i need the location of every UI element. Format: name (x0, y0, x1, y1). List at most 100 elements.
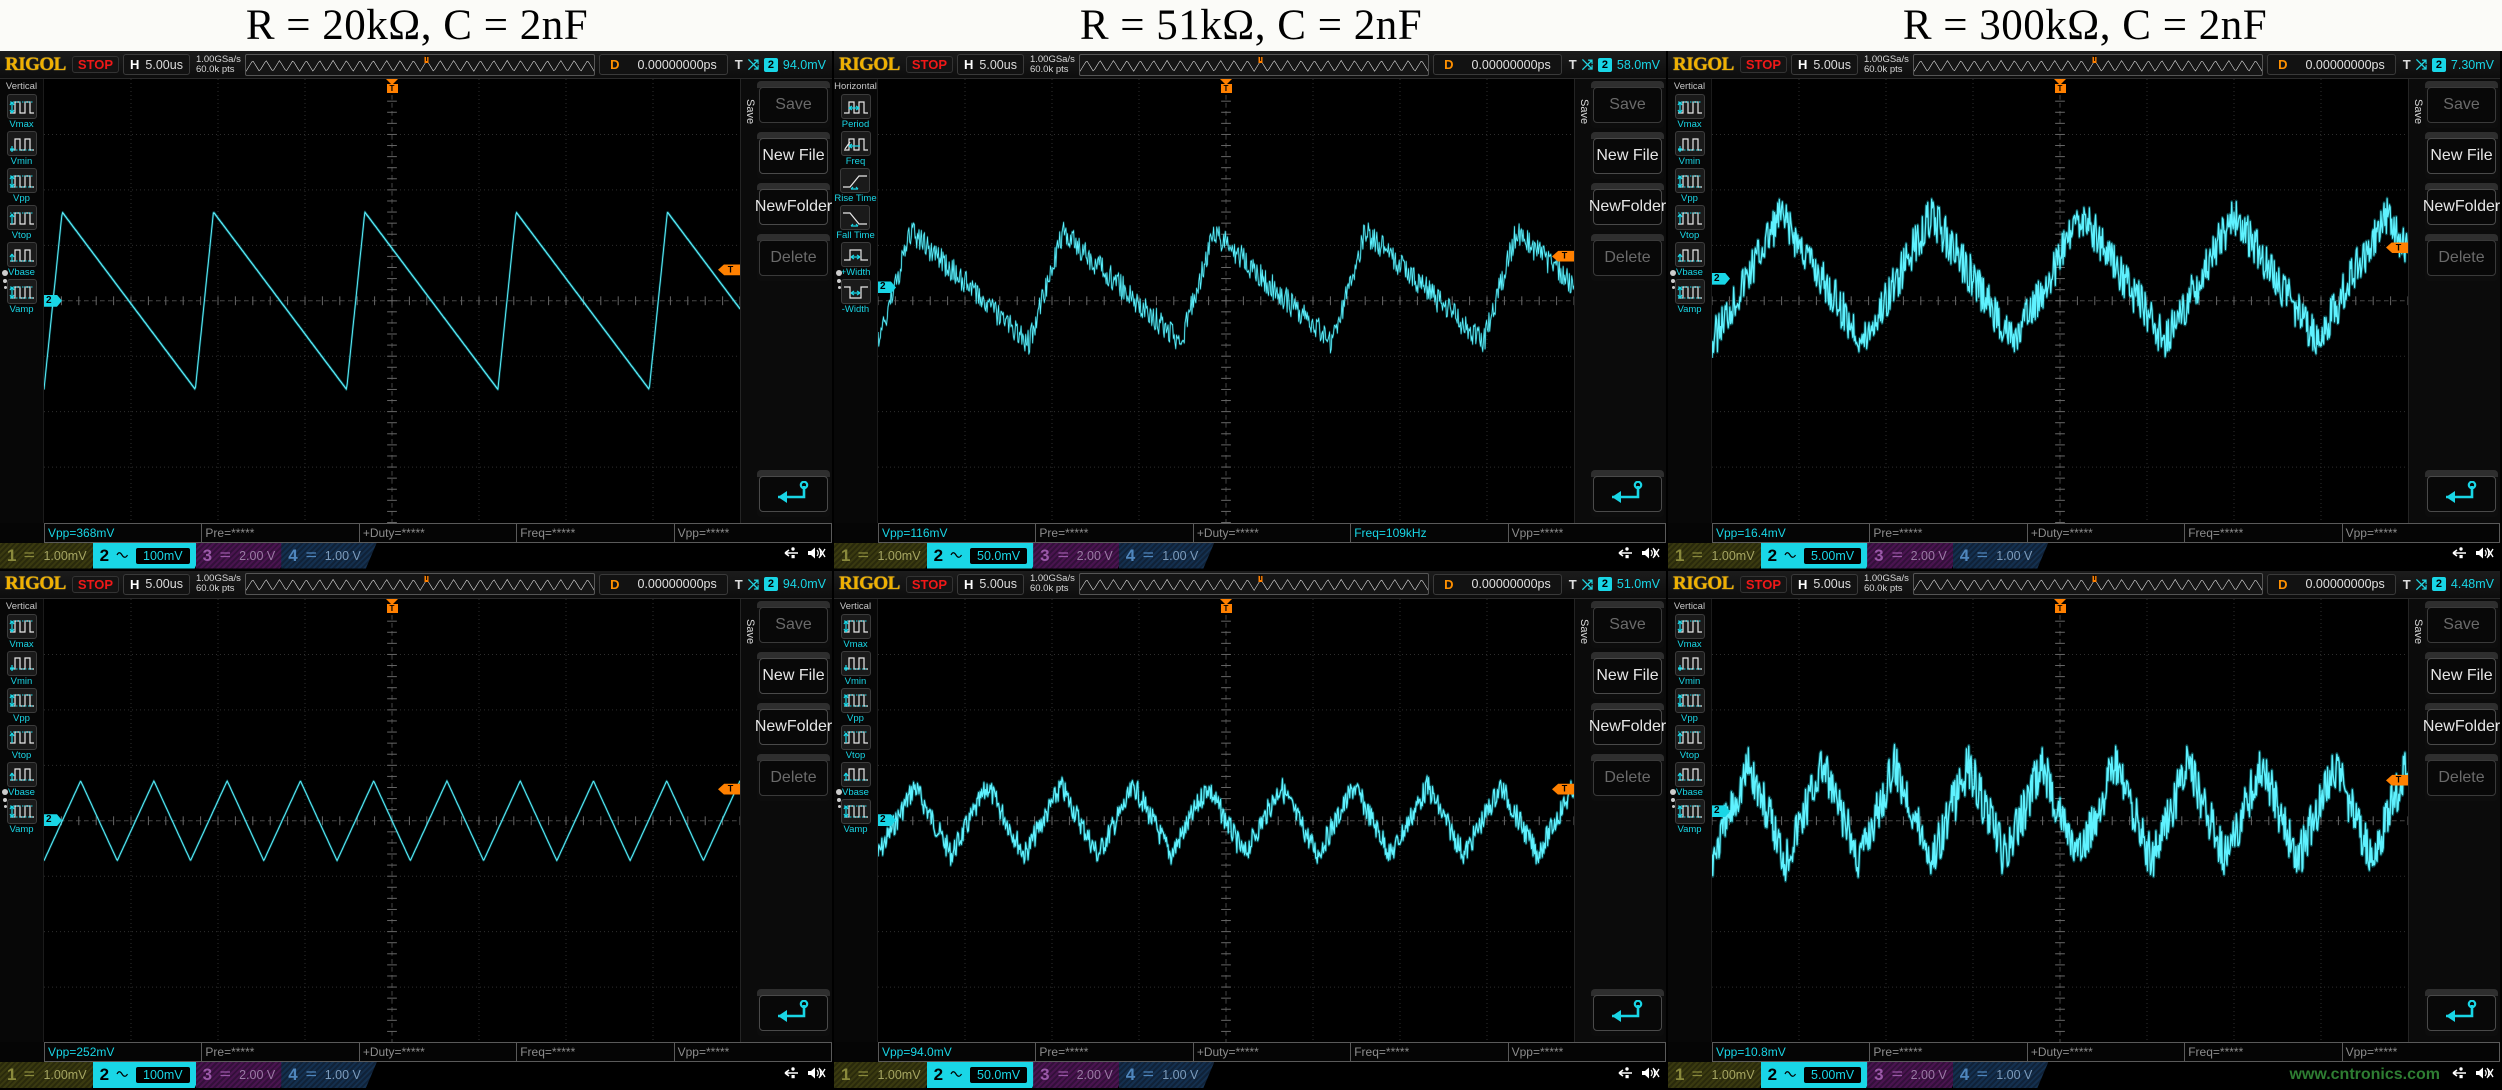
measurement-cell[interactable]: Freq=***** (2184, 1042, 2342, 1062)
softkey-save[interactable]: Save (1591, 81, 1664, 128)
channel-chip-4[interactable]: 4 1.00 V (281, 543, 377, 569)
measure-item-vpp[interactable]: Vpp (6, 687, 37, 724)
channel-chip-3[interactable]: 3 2.00 V (196, 543, 292, 569)
softkey-new-file[interactable]: New File (1591, 651, 1664, 699)
measurement-cell[interactable]: +Duty=***** (1192, 522, 1351, 543)
measure-item-vamp[interactable]: Vamp (6, 279, 37, 315)
softkey-new-file[interactable]: New File (757, 132, 830, 179)
softkey-new-file[interactable]: New File (2425, 132, 2498, 179)
usb-icon[interactable] (1614, 1066, 1634, 1085)
measure-item-vmin[interactable]: Vmin (840, 650, 871, 687)
waveform-display[interactable]: 2TT (1712, 598, 2408, 1042)
channel-chip-4[interactable]: 4 1.00 V (1119, 1062, 1215, 1088)
measurement-cell[interactable]: Pre=***** (1035, 522, 1193, 543)
softkey-delete[interactable]: Delete (757, 234, 830, 281)
waveform-minimap[interactable]: T (244, 53, 596, 76)
measure-item-vamp[interactable]: Vamp (1674, 798, 1705, 835)
run-state-badge[interactable]: STOP (905, 575, 954, 593)
measurement-cell[interactable]: +Duty=***** (358, 522, 517, 543)
softkey-back[interactable] (757, 469, 830, 517)
channel-chip-1[interactable]: 1 1.00mV (0, 1062, 103, 1088)
measure-item-vpp[interactable]: Vpp (1674, 168, 1705, 204)
run-state-badge[interactable]: STOP (71, 56, 120, 73)
trigger-position-marker[interactable]: T (386, 79, 398, 93)
measure-item-vpp[interactable]: Vpp (1674, 687, 1705, 724)
softkey-back[interactable] (757, 989, 830, 1036)
measurement-cell[interactable]: Vpp=***** (673, 522, 832, 543)
measurement-cell[interactable]: +Duty=***** (358, 1042, 517, 1062)
softkey-delete[interactable]: Delete (1591, 234, 1664, 281)
trigger-readout[interactable]: T ⤨ 2 94.0mV (732, 574, 829, 595)
softkey-newfolder[interactable]: NewFolder (2423, 702, 2500, 750)
measure-item-vmin[interactable]: Vmin (6, 131, 37, 167)
measurement-cell[interactable]: Vpp=***** (673, 1042, 832, 1062)
channel-chip-4[interactable]: 4 1.00 V (1953, 543, 2049, 569)
softkey-back[interactable] (1591, 469, 1664, 517)
measurement-cell[interactable]: +Duty=***** (2026, 1042, 2185, 1062)
channel-chip-1[interactable]: 1 1.00mV (834, 1062, 937, 1088)
horizontal-timebase[interactable]: H 5.00us (123, 573, 190, 595)
delay-readout[interactable]: D 0.00000000ps (2267, 54, 2396, 75)
run-state-badge[interactable]: STOP (1739, 56, 1788, 73)
waveform-minimap[interactable]: T (244, 573, 596, 595)
usb-icon[interactable] (780, 1066, 800, 1085)
softkey-newfolder[interactable]: NewFolder (1589, 183, 1666, 230)
horizontal-timebase[interactable]: H 5.00us (957, 54, 1024, 75)
softkey-delete[interactable]: Delete (757, 753, 830, 801)
trigger-position-marker[interactable]: T (1220, 79, 1232, 93)
measure-item-width[interactable]: +Width (840, 242, 871, 278)
measure-item-vmin[interactable]: Vmin (1674, 650, 1705, 687)
channel-chip-3[interactable]: 3 2.00 V (1867, 1062, 1963, 1088)
channel-chip-1[interactable]: 1 1.00mV (834, 543, 937, 569)
trigger-readout[interactable]: T ⤨ 2 4.48mV (2400, 574, 2497, 595)
measurement-cell[interactable]: Pre=***** (1035, 1042, 1193, 1062)
delay-readout[interactable]: D 0.00000000ps (599, 573, 728, 595)
channel-chip-4[interactable]: 4 1.00 V (1953, 1062, 2049, 1088)
measurement-cell[interactable]: Vpp=368mV (44, 522, 202, 543)
measurement-cell[interactable]: Vpp=***** (2341, 1042, 2500, 1062)
measure-item-vamp[interactable]: Vamp (1674, 279, 1705, 315)
waveform-display[interactable]: 2TT (878, 598, 1574, 1042)
softkey-back[interactable] (2425, 989, 2498, 1036)
softkey-back[interactable] (1591, 989, 1664, 1036)
measurement-cell[interactable]: Freq=***** (2184, 522, 2342, 543)
softkey-delete[interactable]: Delete (1591, 753, 1664, 801)
measure-item-vbase[interactable]: Vbase (6, 242, 37, 278)
measurement-cell[interactable]: Vpp=116mV (878, 522, 1036, 543)
trigger-readout[interactable]: T ⤨ 2 7.30mV (2400, 54, 2497, 75)
measurement-cell[interactable]: Vpp=10.8mV (1712, 1042, 1870, 1062)
measurement-cell[interactable]: +Duty=***** (1192, 1042, 1351, 1062)
measure-item-fall-time[interactable]: Fall Time (836, 205, 875, 241)
softkey-back[interactable] (2425, 469, 2498, 517)
softkey-save[interactable]: Save (1591, 600, 1664, 648)
sound-mute-icon[interactable] (806, 1065, 826, 1086)
usb-icon[interactable] (2448, 546, 2468, 565)
channel-chip-3[interactable]: 3 2.00 V (1033, 543, 1129, 569)
measure-item-vbase[interactable]: Vbase (1674, 761, 1705, 798)
measurement-cell[interactable]: +Duty=***** (2026, 522, 2185, 543)
delay-readout[interactable]: D 0.00000000ps (599, 54, 728, 75)
run-state-badge[interactable]: STOP (71, 575, 120, 593)
horizontal-timebase[interactable]: H 5.00us (123, 54, 190, 75)
waveform-display[interactable]: 2TT (44, 79, 740, 523)
waveform-minimap[interactable]: T (1078, 573, 1430, 595)
measurement-cell[interactable]: Pre=***** (201, 1042, 359, 1062)
channel-chip-2[interactable]: 2 100mV (93, 1062, 206, 1088)
measurement-cell[interactable]: Vpp=16.4mV (1712, 522, 1870, 543)
delay-readout[interactable]: D 0.00000000ps (1433, 54, 1562, 75)
softkey-new-file[interactable]: New File (1591, 132, 1664, 179)
usb-icon[interactable] (780, 546, 800, 565)
trigger-readout[interactable]: T ⤨ 2 94.0mV (732, 54, 829, 75)
trigger-position-marker[interactable]: T (2054, 79, 2066, 93)
measure-item-vmax[interactable]: Vmax (6, 94, 37, 130)
measure-item-vbase[interactable]: Vbase (1674, 242, 1705, 278)
sound-mute-icon[interactable] (806, 545, 826, 566)
softkey-new-file[interactable]: New File (757, 651, 830, 699)
measure-item-vmin[interactable]: Vmin (1674, 131, 1705, 167)
measure-item-freq[interactable]: Freq (840, 131, 871, 167)
measure-item-vmax[interactable]: Vmax (1674, 94, 1705, 130)
trigger-position-marker[interactable]: T (386, 598, 398, 613)
measure-item-vamp[interactable]: Vamp (840, 798, 871, 835)
waveform-display[interactable]: 2TT (44, 598, 740, 1042)
channel-chip-3[interactable]: 3 2.00 V (196, 1062, 292, 1088)
